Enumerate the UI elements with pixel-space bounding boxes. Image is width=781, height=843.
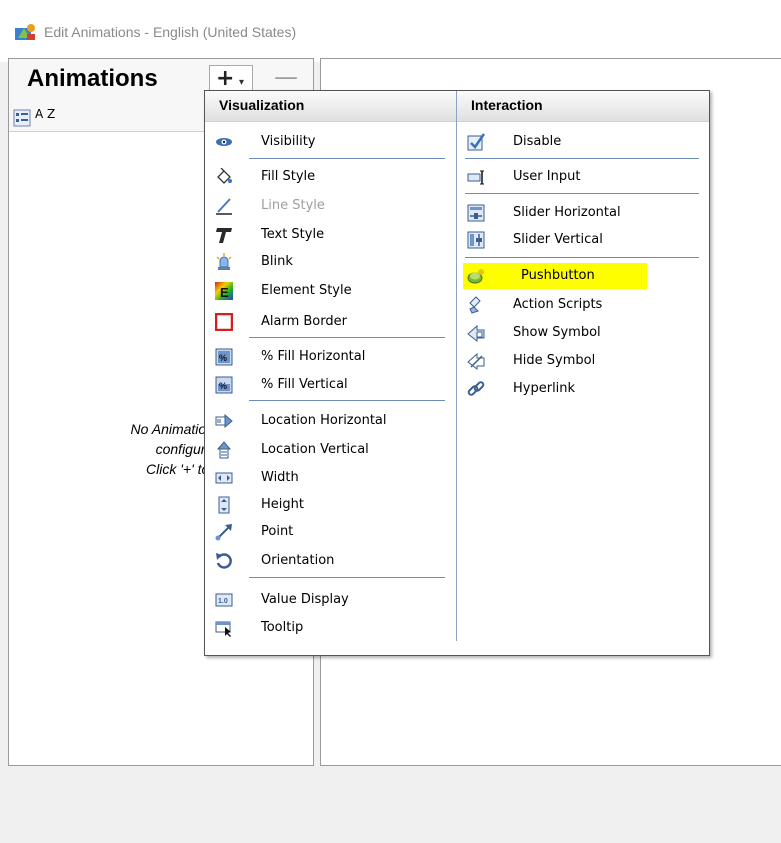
menu-item-user-input[interactable]: User Input <box>457 164 709 190</box>
app-icon <box>15 24 35 40</box>
remove-animation-button[interactable]: — <box>274 63 298 91</box>
element-e-icon: E <box>215 282 233 300</box>
show-symbol-icon <box>467 324 485 342</box>
menu-item-blink[interactable]: Blink <box>205 249 456 275</box>
visualization-header: Visualization <box>205 91 456 122</box>
svg-text:%: % <box>219 381 227 391</box>
hide-symbol-icon <box>467 352 485 370</box>
interaction-header: Interaction <box>457 91 709 122</box>
chevron-down-icon: ▾ <box>239 77 245 88</box>
beacon-icon <box>216 253 232 270</box>
alphabetical-sort-icon[interactable]: A Z <box>35 107 55 121</box>
input-icon <box>467 170 484 185</box>
link-icon <box>467 381 485 396</box>
plus-icon: + <box>216 66 235 91</box>
menu-item-point[interactable]: Point <box>205 519 456 545</box>
slider-v-icon <box>467 231 485 249</box>
menu-item-text-style[interactable]: Text Style <box>205 222 456 248</box>
empty-message-line: No Animations <box>130 421 221 437</box>
separator <box>465 158 699 159</box>
value-display-icon: 1.0 <box>215 593 233 607</box>
separator <box>465 193 699 194</box>
menu-item-action-scripts[interactable]: Action Scripts <box>457 292 709 318</box>
separator <box>249 577 445 578</box>
menu-item-hyperlink[interactable]: Hyperlink <box>457 376 709 402</box>
percent-fill-h-icon: % <box>215 348 233 366</box>
menu-item-fill-style[interactable]: Fill Style <box>205 164 456 190</box>
menu-item-hide-symbol[interactable]: Hide Symbol <box>457 348 709 374</box>
arrow-up-icon <box>216 441 232 459</box>
slider-h-icon <box>467 204 485 222</box>
menu-item-line-style[interactable]: Line Style <box>205 193 456 219</box>
menu-item-location-horizontal[interactable]: Location Horizontal <box>205 408 456 434</box>
menu-item-disable[interactable]: Disable <box>457 129 709 155</box>
add-animation-button[interactable]: + ▾ <box>209 65 253 93</box>
pen-icon <box>216 198 232 215</box>
svg-text:1.0: 1.0 <box>218 598 228 605</box>
menu-item-value-display[interactable]: 1.0 Value Display <box>205 587 456 613</box>
percent-fill-v-icon: % <box>215 376 233 394</box>
empty-message-line: configured <box>155 441 221 457</box>
menu-item-visibility[interactable]: Visibility <box>205 129 456 155</box>
menu-item-location-vertical[interactable]: Location Vertical <box>205 437 456 463</box>
menu-item-element-style[interactable]: E Element Style <box>205 278 456 304</box>
svg-text:%: % <box>219 353 227 363</box>
menu-item-pushbutton[interactable]: Pushbutton <box>463 263 647 289</box>
checkbox-icon <box>467 133 485 151</box>
height-icon <box>218 496 230 514</box>
tooltip-icon <box>215 621 231 637</box>
script-icon <box>469 296 481 314</box>
add-animation-menu: Visualization Visibility Fill Style Line… <box>204 90 710 656</box>
paint-bucket-icon <box>217 168 232 184</box>
footer-area <box>8 766 781 843</box>
width-icon <box>215 472 233 484</box>
point-icon <box>215 524 232 541</box>
svg-text:E: E <box>220 285 229 300</box>
menu-item-slider-horizontal[interactable]: Slider Horizontal <box>457 200 709 226</box>
text-t-icon <box>216 228 232 243</box>
menu-item-orientation[interactable]: Orientation <box>205 548 456 574</box>
arrow-right-icon <box>215 413 233 429</box>
categorized-sort-icon[interactable] <box>13 109 31 127</box>
animations-heading: Animations <box>27 65 158 92</box>
empty-message-line: Click '+' to a <box>146 461 221 477</box>
menu-item-alarm-border[interactable]: Alarm Border <box>205 309 456 335</box>
separator <box>249 400 445 401</box>
menu-item-fill-vertical[interactable]: % % Fill Vertical <box>205 372 456 398</box>
menu-item-tooltip[interactable]: Tooltip <box>205 615 456 641</box>
title-bar: Edit Animations - English (United States… <box>0 0 781 62</box>
separator <box>249 337 445 338</box>
menu-item-height[interactable]: Height <box>205 492 456 518</box>
menu-item-show-symbol[interactable]: Show Symbol <box>457 320 709 346</box>
menu-item-width[interactable]: Width <box>205 465 456 491</box>
window-title: Edit Animations - English (United States… <box>44 24 297 40</box>
pushbutton-icon <box>467 269 484 284</box>
separator <box>465 257 699 258</box>
menu-item-fill-horizontal[interactable]: % % Fill Horizontal <box>205 344 456 370</box>
menu-item-slider-vertical[interactable]: Slider Vertical <box>457 227 709 253</box>
separator <box>249 158 445 159</box>
empty-message: No Animations configured Click '+' to a <box>61 419 221 479</box>
alarm-border-icon <box>215 313 233 331</box>
eye-icon <box>216 138 232 146</box>
rotate-icon <box>216 553 232 569</box>
